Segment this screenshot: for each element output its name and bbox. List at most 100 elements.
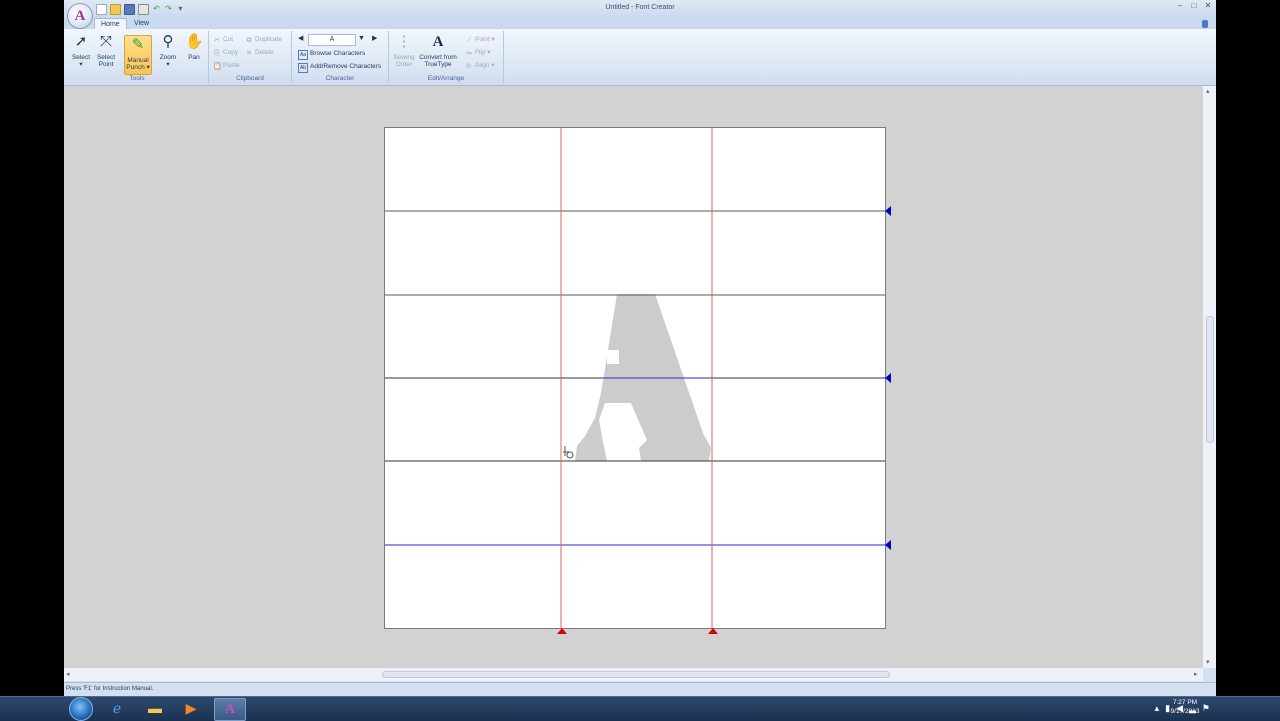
delete-button[interactable]: ✕ Delete bbox=[245, 48, 274, 58]
application-button[interactable]: A bbox=[67, 3, 93, 29]
browse-characters-icon: Aa bbox=[298, 50, 308, 60]
select-point-label-1: Select bbox=[96, 54, 116, 61]
ribbon-tabs: Home View bbox=[64, 18, 1216, 30]
window-controls: – □ ✕ bbox=[1174, 2, 1214, 11]
copy-label: Copy bbox=[223, 49, 239, 56]
group-label-clipboard: Clipboard bbox=[236, 75, 264, 82]
app-logo-letter: A bbox=[74, 7, 86, 24]
select-label: Select bbox=[71, 54, 91, 61]
hand-icon: ✋ bbox=[185, 33, 204, 50]
left-bearing-marker[interactable] bbox=[557, 628, 567, 634]
design-workspace[interactable] bbox=[64, 86, 1203, 668]
vertical-scrollbar[interactable]: ▴ ▾ bbox=[1203, 86, 1216, 668]
previous-character-icon[interactable]: ◀ bbox=[298, 34, 303, 44]
pan-label: Pan bbox=[188, 54, 200, 61]
flip-icon: ⇋ bbox=[466, 50, 472, 57]
manual-punch-label-2: Punch ▾ bbox=[126, 64, 150, 71]
guide-marker-baseline[interactable] bbox=[885, 373, 893, 383]
maximize-button[interactable]: □ bbox=[1188, 2, 1200, 11]
group-tools: ➚ Select ▾ ⤧ Select Point ✎ Manual Punch… bbox=[66, 31, 209, 83]
group-edit-arrange: ⋮ Sewing Order A Convert from TrueType ⟋… bbox=[389, 31, 504, 83]
add-remove-characters-label: Add/Remove Characters bbox=[310, 63, 382, 70]
select-button[interactable]: ➚ Select ▾ bbox=[69, 33, 93, 68]
glyph-canvas[interactable] bbox=[385, 128, 885, 628]
clock-date: 9/17/2013 bbox=[1170, 708, 1200, 715]
internet-explorer-icon[interactable]: ℯ bbox=[102, 698, 132, 719]
scissors-icon: ✂ bbox=[214, 37, 220, 44]
scroll-left-icon[interactable]: ◂ bbox=[66, 670, 70, 678]
group-label-character: Character bbox=[325, 75, 355, 82]
sewing-order-button[interactable]: ⋮ Sewing Order bbox=[391, 33, 417, 68]
group-clipboard: ✂ Cut ⎘ Copy 📋Paste ⧉ Duplicate ✕ Delete Cli… bbox=[209, 31, 292, 83]
right-bearing-marker[interactable] bbox=[708, 628, 718, 634]
close-button[interactable]: ✕ bbox=[1202, 2, 1214, 11]
punch-cursor-icon bbox=[563, 446, 574, 459]
zoom-button[interactable]: ⚲ Zoom ▾ bbox=[156, 33, 180, 68]
show-hidden-icons-icon[interactable]: ▴ bbox=[1155, 703, 1160, 714]
sewing-order-label-2: Order bbox=[395, 61, 413, 68]
media-player-icon[interactable]: ▶ bbox=[176, 698, 206, 719]
file-explorer-icon[interactable]: ▬ bbox=[140, 698, 170, 719]
scroll-down-icon[interactable]: ▾ bbox=[1206, 658, 1210, 666]
guide-marker-top[interactable] bbox=[885, 206, 893, 216]
align-label: Align ▾ bbox=[475, 62, 495, 69]
point-icon: ⟋ bbox=[466, 37, 472, 44]
point-button[interactable]: ⟋ Point ▾ bbox=[465, 35, 495, 45]
pan-button[interactable]: ✋ Pan bbox=[182, 33, 206, 61]
vertical-scroll-thumb[interactable] bbox=[1206, 316, 1214, 443]
manual-punch-icon: ✎ bbox=[131, 36, 145, 53]
convert-label-2: TrueType bbox=[424, 61, 452, 68]
windows-taskbar: ℯ ▬ ▶ A ▴ ▮ ◀ ▂ ⚑ 7:27 PM 9/17/2013 bbox=[0, 696, 1280, 721]
design-page[interactable] bbox=[384, 127, 891, 634]
start-button[interactable] bbox=[69, 697, 93, 721]
group-label-tools: Tools bbox=[129, 75, 145, 82]
character-select[interactable]: A bbox=[308, 34, 356, 46]
font-creator-taskbar-icon[interactable]: A bbox=[214, 698, 246, 721]
scroll-right-icon[interactable]: ▸ bbox=[1194, 670, 1198, 678]
guide-marker-bottom[interactable] bbox=[885, 540, 893, 550]
character-dropdown-icon[interactable]: ▼ bbox=[358, 34, 365, 44]
flip-button[interactable]: ⇋ Flip ▾ bbox=[465, 48, 490, 58]
taskbar-clock[interactable]: 7:27 PM 9/17/2013 bbox=[1165, 698, 1205, 716]
cut-button[interactable]: ✂ Cut bbox=[213, 35, 233, 45]
manual-punch-button[interactable]: ✎ Manual Punch ▾ bbox=[124, 35, 152, 75]
paste-label: Paste bbox=[223, 62, 240, 69]
truetype-a-icon: A bbox=[432, 34, 444, 50]
status-text: Press 'F1' for Instruction Manual. bbox=[66, 686, 154, 692]
align-icon: ⊫ bbox=[465, 63, 473, 70]
manual-punch-label-1: Manual bbox=[127, 57, 149, 64]
scroll-up-icon[interactable]: ▴ bbox=[1206, 87, 1210, 95]
select-point-button[interactable]: ⤧ Select Point bbox=[94, 33, 118, 68]
title-bar: ↶ ↷ ▾ Untitled - Font Creator – □ ✕ bbox=[64, 0, 1216, 18]
zoom-label: Zoom bbox=[159, 54, 177, 61]
convert-label-1: Convert from bbox=[419, 54, 457, 61]
minimize-button[interactable]: – bbox=[1174, 2, 1186, 11]
font-creator-window: ↶ ↷ ▾ Untitled - Font Creator – □ ✕ A Ho… bbox=[64, 0, 1216, 696]
select-dropdown-caret: ▾ bbox=[79, 61, 83, 68]
horizontal-scroll-thumb[interactable] bbox=[382, 671, 890, 678]
copy-button[interactable]: ⎘ Copy bbox=[213, 48, 238, 58]
window-title: Untitled - Font Creator bbox=[605, 4, 675, 11]
point-label: Point ▾ bbox=[475, 36, 495, 43]
browse-characters-button[interactable]: Aa Browse Characters bbox=[298, 49, 365, 60]
add-remove-characters-button[interactable]: Ab Add/Remove Characters bbox=[298, 62, 381, 73]
align-button[interactable]: ⊫ Align ▾ bbox=[465, 61, 495, 71]
ribbon: ➚ Select ▾ ⤧ Select Point ✎ Manual Punch… bbox=[64, 29, 1216, 86]
duplicate-icon: ⧉ bbox=[246, 37, 252, 44]
zoom-icon: ⚲ bbox=[162, 33, 174, 50]
convert-from-truetype-button[interactable]: A Convert from TrueType bbox=[417, 33, 459, 68]
horizontal-scrollbar[interactable]: ◂ ▸ bbox=[64, 668, 1203, 681]
duplicate-button[interactable]: ⧉ Duplicate bbox=[245, 35, 283, 45]
zoom-dropdown-caret: ▾ bbox=[166, 61, 170, 68]
help-icon[interactable] bbox=[1202, 20, 1208, 28]
sewing-order-icon: ⋮ bbox=[396, 33, 412, 50]
status-bar: Press 'F1' for Instruction Manual. bbox=[64, 682, 1216, 696]
cut-label: Cut bbox=[223, 36, 234, 43]
group-label-edit-arrange: Edit/Arrange bbox=[427, 75, 465, 82]
tab-view[interactable]: View bbox=[128, 18, 155, 29]
add-remove-characters-icon: Ab bbox=[298, 63, 308, 73]
delete-icon: ✕ bbox=[246, 50, 252, 57]
duplicate-label: Duplicate bbox=[255, 36, 283, 43]
paste-button[interactable]: 📋Paste bbox=[213, 61, 240, 71]
next-character-icon[interactable]: ▶ bbox=[372, 34, 377, 44]
